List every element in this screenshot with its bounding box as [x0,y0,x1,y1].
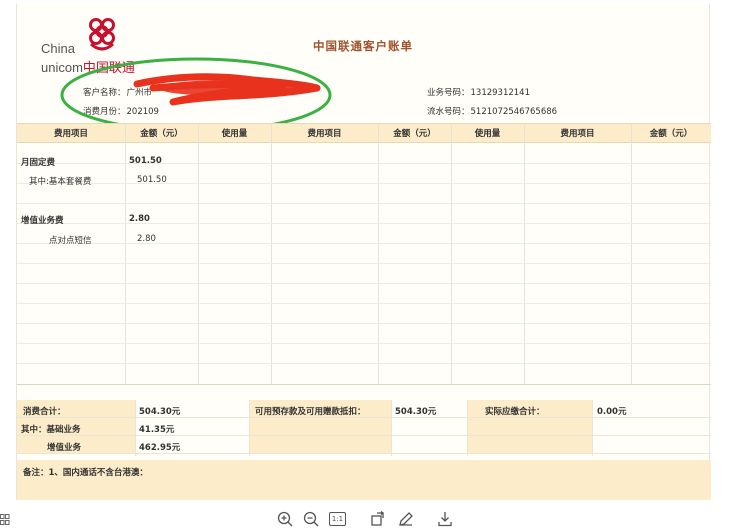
bill-page: China unicom中国联通 中国联通客户账单 客户名称：广州市 消费月份：… [16,4,711,500]
vas-label: 增值业务 [47,443,82,453]
serial-number: 流水号码：5121072546765686 [427,105,557,117]
logo-text-china: China [41,41,75,56]
rotate-icon[interactable] [369,510,387,528]
grid-line [17,283,711,284]
row-vas-fee-amount: 2.80 [129,214,150,224]
grid-icon[interactable] [0,514,10,526]
grid-line [17,384,711,385]
row-p2p-sms-item: 点对点短信 [49,236,92,246]
summary-divider [249,400,250,456]
serial-number-label: 流水号码： [427,107,470,117]
header-fee-item-3: 费用项目 [560,129,595,139]
summary-row-basic: 其中：基础业务 41.35元 [17,418,711,436]
summary-row-vas: 增值业务 462.95元 [17,436,711,454]
summary-bg [467,436,592,453]
summary-bg [249,436,391,453]
unicom-knot-icon [89,18,115,51]
grid-line [17,243,711,244]
actual-size-icon[interactable]: 1:1 [329,512,346,526]
header-amount-3: 金额（元） [649,129,693,139]
prepaid-value: 504.30元 [395,407,437,417]
header-usage-2: 使用量 [474,129,501,139]
row-basic-package-item: 其中:基本套餐费 [29,177,92,187]
header-usage-1: 使用量 [221,129,248,139]
prepaid-label: 可用预存款及可用赠款抵扣： [255,407,366,417]
grid-line [17,183,711,184]
summary-divider [592,400,593,456]
summary-row-total: 消费合计： 504.30元 可用预存款及可用赠款抵扣： 504.30元 实际应缴… [17,400,711,418]
charges-table: 费用项目 金额（元） 使用量 费用项目 金额（元） 使用量 费用项目 金额（元） [17,123,711,385]
due-value: 0.00元 [597,407,627,417]
summary-bg [249,418,391,435]
summary-bg [467,418,592,435]
grid-line [17,363,711,364]
header-fee-item-1: 费用项目 [53,129,88,139]
basic-value: 41.35元 [139,425,175,435]
due-label: 实际应缴合计： [485,407,545,417]
grid-line [17,163,711,164]
edit-icon[interactable] [397,510,415,528]
image-viewer: China unicom中国联通 中国联通客户账单 客户名称：广州市 消费月份：… [0,0,738,532]
service-number-value: 13129312141 [470,88,531,98]
header-amount-1: 金额（元） [140,129,183,139]
header-fee-item-2: 费用项目 [307,129,342,139]
serial-number-value: 5121072546765686 [470,107,558,117]
basic-label: 其中：基础业务 [21,425,81,435]
zoom-out-icon[interactable] [302,510,320,528]
row-vas-fee-item: 增值业务费 [21,216,64,226]
grid-line [17,203,711,204]
download-icon[interactable] [436,510,454,528]
vas-value: 462.95元 [139,443,181,453]
header-amount-2: 金额（元） [393,129,436,139]
row-monthly-fee-amount: 501.50 [129,156,162,166]
zoom-in-icon[interactable] [276,510,294,528]
service-number: 业务号码：13129312141 [427,86,530,98]
total-label: 消费合计： [23,407,66,417]
table-header-row: 费用项目 金额（元） 使用量 费用项目 金额（元） 使用量 费用项目 金额（元） [17,123,711,143]
remark-text: 备注：1、国内通话不含台港澳： [23,468,148,478]
row-basic-package-amount: 501.50 [137,175,167,185]
remark-section: 备注：1、国内通话不含台港澳： [17,460,711,500]
service-number-label: 业务号码： [427,88,470,98]
viewer-toolbar: 1:1 [0,508,738,532]
summary-divider [135,400,136,456]
grid-line [17,303,711,304]
grid-line [17,323,711,324]
grid-line [17,343,711,344]
grid-line [17,263,711,264]
summary-divider [467,400,468,456]
bill-title: 中国联通客户账单 [313,39,413,53]
row-monthly-fee-item: 月固定费 [21,158,56,168]
total-value: 504.30元 [139,407,181,417]
summary-divider [391,400,392,456]
row-p2p-sms-amount: 2.80 [137,234,156,244]
grid-line [17,223,711,224]
